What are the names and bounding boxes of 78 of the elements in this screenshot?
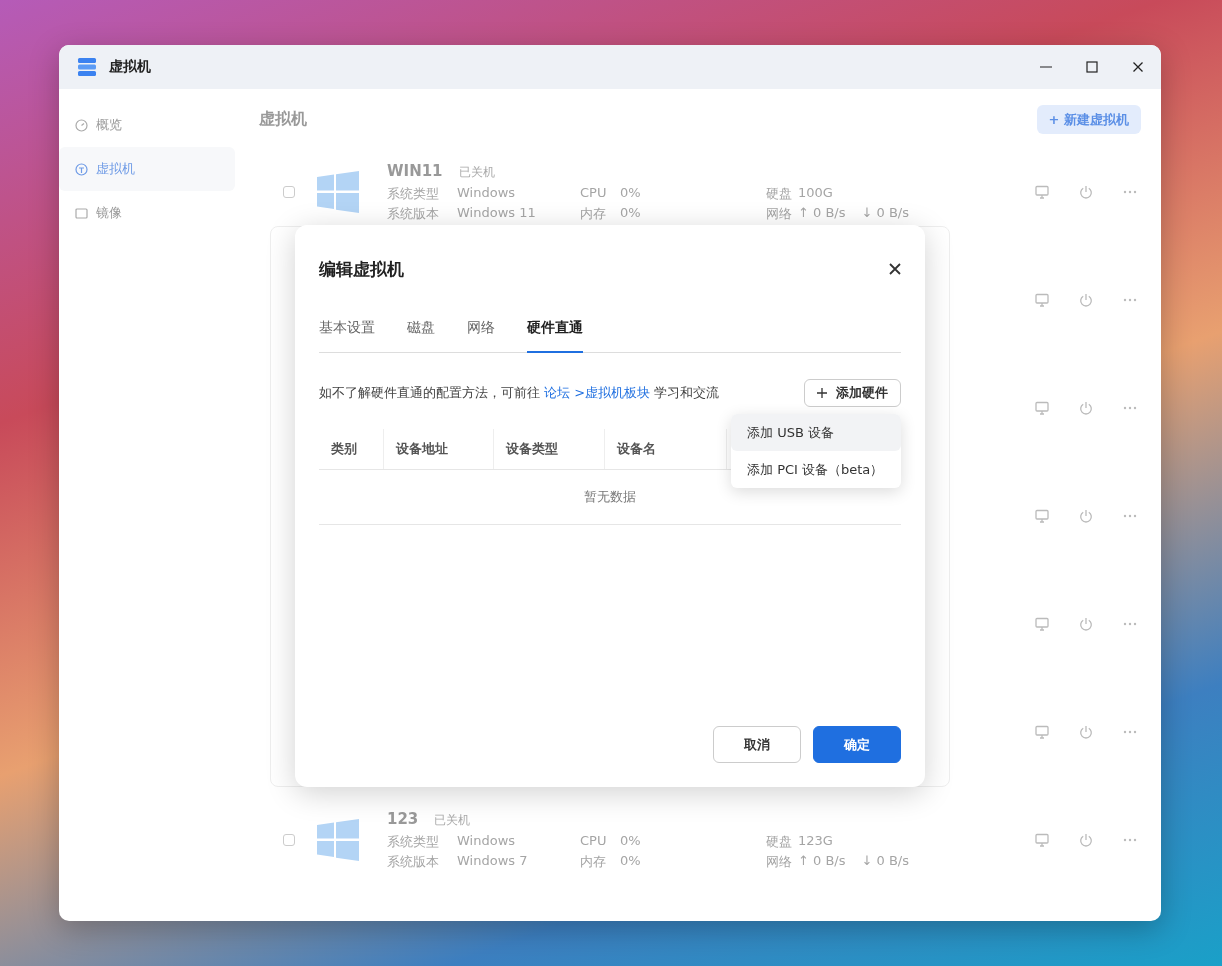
- vm-name: 123: [387, 809, 419, 828]
- power-icon[interactable]: [1079, 293, 1093, 307]
- add-hardware-button[interactable]: 添加硬件: [804, 379, 901, 407]
- tab[interactable]: 网络: [467, 319, 495, 353]
- checkbox[interactable]: [283, 186, 295, 198]
- menu-item[interactable]: 添加 USB 设备: [731, 414, 901, 451]
- page-heading: 虚拟机: [259, 109, 307, 130]
- monitor-icon[interactable]: [1035, 401, 1049, 415]
- window-title: 虚拟机: [109, 58, 152, 76]
- field-label: 硬盘: [766, 184, 790, 203]
- more-icon[interactable]: [1123, 622, 1137, 626]
- power-icon[interactable]: [1079, 185, 1093, 199]
- field-value: 123G: [798, 832, 833, 850]
- cancel-button[interactable]: 取消: [713, 726, 801, 763]
- monitor-icon[interactable]: [1035, 293, 1049, 307]
- column-header: 设备类型: [493, 429, 605, 470]
- power-icon[interactable]: [1079, 725, 1093, 739]
- column-header: 设备地址: [383, 429, 494, 470]
- tab[interactable]: 硬件直通: [527, 319, 583, 353]
- more-icon[interactable]: [1123, 298, 1137, 302]
- field-value: Windows 7: [457, 852, 528, 870]
- menu-item[interactable]: 添加 PCI 设备（beta）: [731, 451, 901, 488]
- field-value: ↓ 0 B/s: [861, 852, 909, 870]
- field-label: 网络: [766, 204, 790, 223]
- field-label: 系统类型: [387, 832, 440, 851]
- field-label: CPU: [580, 832, 608, 850]
- forum-link[interactable]: 论坛 >虚拟机板块: [544, 385, 651, 400]
- windows-logo-icon: [317, 819, 359, 861]
- dialog-title: 编辑虚拟机: [319, 257, 404, 281]
- field-value: 0%: [620, 204, 641, 222]
- more-icon[interactable]: [1123, 838, 1137, 842]
- monitor-icon[interactable]: [1035, 833, 1049, 847]
- image-icon: [75, 206, 88, 220]
- field-value: 0%: [620, 832, 641, 850]
- power-icon[interactable]: [1079, 617, 1093, 631]
- info-text: 如不了解硬件直通的配置方法，可前往 论坛 >虚拟机板块 学习和交流: [319, 384, 720, 402]
- field-value: Windows 11: [457, 204, 536, 222]
- power-icon[interactable]: [1079, 509, 1093, 523]
- vm-name: WIN11: [387, 161, 443, 180]
- field-label: 内存: [580, 204, 607, 223]
- windows-logo-icon: [317, 171, 359, 213]
- field-label: CPU: [580, 184, 608, 202]
- field-value: Windows: [457, 184, 516, 202]
- checkbox[interactable]: [283, 834, 295, 846]
- field-value: Windows: [457, 832, 516, 850]
- close-icon[interactable]: [889, 263, 901, 275]
- monitor-icon[interactable]: [1035, 725, 1049, 739]
- more-icon[interactable]: [1123, 406, 1137, 410]
- more-icon[interactable]: [1123, 514, 1137, 518]
- field-value: ↓ 0 B/s: [861, 204, 909, 222]
- server-icon: [77, 57, 97, 77]
- field-value: 0%: [620, 184, 641, 202]
- field-value: 100G: [798, 184, 833, 202]
- monitor-icon[interactable]: [1035, 617, 1049, 631]
- field-value: ↑ 0 B/s: [798, 852, 846, 870]
- power-icon[interactable]: [1079, 401, 1093, 415]
- field-label: 网络: [766, 852, 790, 871]
- field-label: 内存: [580, 852, 607, 871]
- column-header: 类别: [319, 429, 384, 470]
- field-label: 系统版本: [387, 852, 440, 871]
- column-header: 设备名: [604, 429, 727, 470]
- field-value: ↑ 0 B/s: [798, 204, 846, 222]
- gauge-icon: [75, 118, 88, 132]
- vm-status: 已关机: [458, 163, 495, 181]
- field-value: 0%: [620, 852, 641, 870]
- power-icon[interactable]: [1079, 833, 1093, 847]
- field-label: 系统类型: [387, 184, 440, 203]
- vm-status: 已关机: [434, 811, 471, 829]
- field-label: 系统版本: [387, 204, 440, 223]
- monitor-icon[interactable]: [1035, 509, 1049, 523]
- tab[interactable]: 基本设置: [319, 319, 375, 353]
- plus-icon: [817, 388, 827, 398]
- monitor-icon[interactable]: [1035, 185, 1049, 199]
- ok-button[interactable]: 确定: [813, 726, 901, 763]
- field-label: 硬盘: [766, 832, 790, 851]
- more-icon[interactable]: [1123, 730, 1137, 734]
- more-icon[interactable]: [1123, 190, 1137, 194]
- tab[interactable]: 磁盘: [407, 319, 435, 353]
